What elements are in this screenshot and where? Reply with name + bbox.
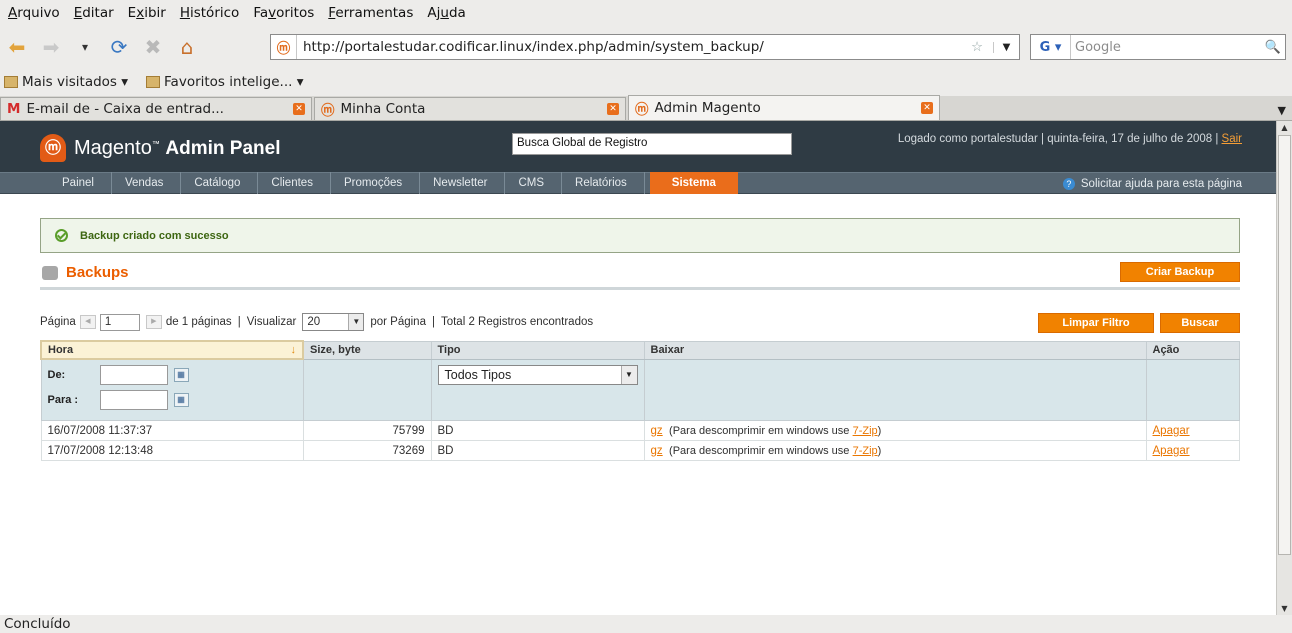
stop-icon[interactable]: ✖ bbox=[136, 32, 170, 62]
tab-list-arrow-icon[interactable]: ▼ bbox=[1278, 104, 1286, 117]
prev-page-icon[interactable]: ◀ bbox=[79, 315, 96, 329]
browser-menubar: Arquivo Editar Exibir Histórico Favorito… bbox=[0, 0, 1292, 26]
bookmark-star-icon[interactable]: ☆ bbox=[971, 39, 993, 55]
bookmarks-bar: Mais visitados ▾ Favoritos intelige... ▾ bbox=[0, 68, 1292, 96]
url-dropdown-icon[interactable]: ▼ bbox=[993, 41, 1019, 53]
scroll-down-icon[interactable]: ▼ bbox=[1278, 602, 1291, 615]
admin-nav: Painel Vendas Catálogo Clientes Promoçõe… bbox=[0, 172, 1276, 194]
download-gz-link[interactable]: gz bbox=[651, 425, 663, 437]
table-row: 17/07/2008 12:13:48 73269 BD gz (Para de… bbox=[40, 440, 1240, 461]
filter-row: De: ▦ Para : ▦ Todos Tipos ▼ bbox=[40, 358, 1240, 421]
chevron-down-icon: ▼ bbox=[348, 314, 364, 330]
nav-sistema[interactable]: Sistema bbox=[649, 172, 738, 194]
global-search-input[interactable]: Busca Global de Registro bbox=[512, 133, 792, 155]
page-title: Backups bbox=[42, 264, 129, 281]
7zip-link[interactable]: 7-Zip bbox=[853, 445, 878, 457]
calendar-icon[interactable]: ▦ bbox=[173, 368, 189, 382]
google-engine-icon[interactable]: G ▾ bbox=[1031, 35, 1071, 59]
browser-search[interactable]: G ▾ Google 🔍 bbox=[1030, 34, 1286, 60]
7zip-link[interactable]: 7-Zip bbox=[853, 425, 878, 437]
col-size[interactable]: Size, byte bbox=[302, 340, 432, 360]
tab-email[interactable]: M E-mail de - Caixa de entrad... ✕ bbox=[0, 97, 312, 120]
page-viewport: ⓜ Magento™ Admin Panel Busca Global de R… bbox=[0, 121, 1276, 615]
nav-catalogo[interactable]: Catálogo bbox=[194, 172, 259, 194]
date-from-input[interactable] bbox=[99, 365, 168, 385]
sort-arrow-icon: ↓ bbox=[290, 344, 297, 356]
nav-cms[interactable]: CMS bbox=[518, 172, 563, 194]
forward-icon[interactable]: ➡ bbox=[34, 32, 68, 62]
nav-vendas[interactable]: Vendas bbox=[125, 172, 182, 194]
browser-search-input[interactable]: Google bbox=[1071, 40, 1261, 55]
calendar-icon[interactable]: ▦ bbox=[173, 393, 189, 407]
url-bar[interactable]: ⓜ http://portalestudar.codificar.linux/i… bbox=[270, 34, 1020, 60]
chevron-down-icon: ▼ bbox=[620, 365, 637, 384]
search-button[interactable]: Buscar bbox=[1160, 313, 1240, 333]
logout-link[interactable]: Sair bbox=[1222, 133, 1242, 145]
date-to-input[interactable] bbox=[99, 390, 168, 410]
menu-ajuda[interactable]: Ajuda bbox=[423, 3, 469, 23]
menu-ferramentas[interactable]: Ferramentas bbox=[324, 3, 417, 23]
folder-icon bbox=[146, 76, 161, 88]
history-dropdown-icon[interactable]: ▾ bbox=[68, 32, 102, 62]
magento-favicon-icon: ⓜ bbox=[635, 102, 649, 118]
magento-favicon-icon: ⓜ bbox=[321, 103, 335, 119]
page-scrollbar[interactable]: ▲ ▼ bbox=[1276, 121, 1292, 615]
folder-icon bbox=[4, 76, 18, 88]
download-gz-link[interactable]: gz bbox=[651, 445, 663, 457]
site-favicon-icon: ⓜ bbox=[271, 35, 297, 59]
login-info: Logado como portalestudar | quinta-feira… bbox=[897, 133, 1242, 145]
help-link[interactable]: ? Solicitar ajuda para esta página bbox=[1062, 173, 1242, 195]
col-tipo[interactable]: Tipo bbox=[430, 340, 645, 360]
table-row: 16/07/2008 11:37:37 75799 BD gz (Para de… bbox=[40, 420, 1240, 441]
col-acao: Ação bbox=[1145, 340, 1240, 360]
magento-logo-icon: ⓜ bbox=[40, 134, 66, 162]
database-icon bbox=[42, 265, 58, 280]
tab-admin-magento[interactable]: ⓜ Admin Magento ✕ bbox=[628, 95, 940, 120]
menu-exibir[interactable]: Exibir bbox=[124, 3, 170, 23]
magnifier-icon[interactable]: 🔍 bbox=[1261, 40, 1285, 55]
delete-link[interactable]: Apagar bbox=[1153, 425, 1190, 437]
menu-favoritos[interactable]: Favoritos bbox=[249, 3, 318, 23]
col-hora[interactable]: Hora ↓ bbox=[40, 340, 304, 360]
reload-icon[interactable]: ⟳ bbox=[102, 32, 136, 62]
page-number-input[interactable]: 1 bbox=[99, 313, 140, 331]
tab-minha-conta[interactable]: ⓜ Minha Conta ✕ bbox=[314, 97, 626, 120]
close-tab-icon[interactable]: ✕ bbox=[921, 102, 933, 114]
menu-arquivo[interactable]: Arquivo bbox=[4, 3, 64, 23]
bookmark-mais-visitados[interactable]: Mais visitados ▾ bbox=[4, 74, 128, 90]
nav-clientes[interactable]: Clientes bbox=[271, 172, 331, 194]
section-divider bbox=[40, 287, 1240, 290]
menu-historico[interactable]: Histórico bbox=[176, 3, 243, 23]
per-page-select[interactable]: 20 ▼ bbox=[302, 313, 365, 331]
bookmark-favoritos-inteligentes[interactable]: Favoritos intelige... ▾ bbox=[146, 74, 303, 90]
gmail-icon: M bbox=[7, 101, 21, 117]
home-icon[interactable]: ⌂ bbox=[170, 32, 204, 62]
col-baixar: Baixar bbox=[643, 340, 1147, 360]
magento-header: ⓜ Magento™ Admin Panel Busca Global de R… bbox=[0, 121, 1276, 172]
scroll-up-icon[interactable]: ▲ bbox=[1278, 121, 1291, 134]
nav-newsletter[interactable]: Newsletter bbox=[433, 172, 506, 194]
reset-filter-button[interactable]: Limpar Filtro bbox=[1038, 313, 1154, 333]
delete-link[interactable]: Apagar bbox=[1153, 445, 1190, 457]
tab-bar: M E-mail de - Caixa de entrad... ✕ ⓜ Min… bbox=[0, 95, 1292, 121]
type-filter-select[interactable]: Todos Tipos ▼ bbox=[437, 364, 638, 385]
success-message: Backup criado com sucesso bbox=[40, 218, 1240, 253]
nav-painel[interactable]: Painel bbox=[62, 172, 112, 194]
create-backup-button[interactable]: Criar Backup bbox=[1120, 262, 1240, 282]
close-tab-icon[interactable]: ✕ bbox=[293, 103, 305, 115]
menu-editar[interactable]: Editar bbox=[70, 3, 118, 23]
nav-relatorios[interactable]: Relatórios bbox=[575, 172, 645, 194]
backups-grid: Hora ↓ Size, byte Tipo Baixar Ação De: ▦ … bbox=[40, 340, 1240, 461]
pager: Página ◀ 1 ▶ de 1 páginas | Visualizar 2… bbox=[40, 312, 593, 332]
close-tab-icon[interactable]: ✕ bbox=[607, 103, 619, 115]
back-icon[interactable]: ⬅ bbox=[0, 32, 34, 62]
url-text[interactable]: http://portalestudar.codificar.linux/ind… bbox=[297, 39, 971, 55]
magento-logo[interactable]: ⓜ Magento™ Admin Panel bbox=[40, 134, 280, 162]
success-check-icon bbox=[55, 229, 68, 242]
scroll-thumb[interactable] bbox=[1278, 135, 1291, 555]
help-icon: ? bbox=[1062, 178, 1075, 190]
nav-promocoes[interactable]: Promoções bbox=[344, 172, 421, 194]
next-page-icon[interactable]: ▶ bbox=[145, 315, 162, 329]
status-bar: Concluído bbox=[0, 615, 1292, 632]
